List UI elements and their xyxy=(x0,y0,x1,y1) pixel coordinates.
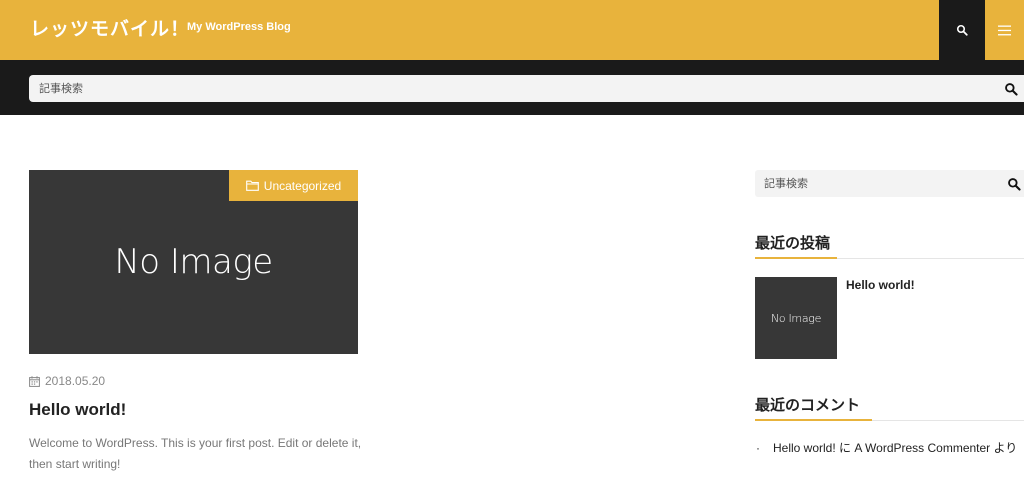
no-image-text: No Image xyxy=(114,242,273,282)
search-icon xyxy=(956,24,968,36)
list-item[interactable]: · Hello world! に A WordPress Commenter よ… xyxy=(755,439,1024,457)
header-search-button[interactable] xyxy=(939,0,985,60)
widget-title-underline xyxy=(755,257,837,259)
category-label: Uncategorized xyxy=(263,178,342,193)
post-thumbnail[interactable]: No Image Uncategorized xyxy=(29,170,358,354)
folder-icon xyxy=(245,180,259,191)
calendar-icon xyxy=(29,375,40,387)
recent-comments-title: 最近のコメント xyxy=(755,396,861,414)
category-badge[interactable]: Uncategorized xyxy=(229,170,358,201)
post-date: 2018.05.20 xyxy=(29,374,105,388)
search-icon[interactable] xyxy=(1004,82,1018,96)
sidebar-search-input[interactable] xyxy=(755,170,995,197)
header-menu-button[interactable] xyxy=(985,0,1024,60)
post-title[interactable]: Hello world! xyxy=(29,400,126,420)
post-date-text: 2018.05.20 xyxy=(45,374,106,388)
hamburger-menu-icon xyxy=(998,25,1011,35)
site-header: レッツモバイル！ My WordPress Blog xyxy=(0,0,1024,60)
recent-post-thumbnail[interactable]: No Image xyxy=(755,277,837,359)
site-title[interactable]: レッツモバイル！ xyxy=(30,14,190,41)
no-image-text: No Image xyxy=(770,311,822,325)
sidebar-search-box xyxy=(755,170,1024,197)
recent-posts-title: 最近の投稿 xyxy=(755,234,831,252)
header-search-input[interactable] xyxy=(29,75,989,102)
search-icon[interactable] xyxy=(1007,177,1021,191)
widget-title-underline xyxy=(755,419,872,421)
recent-post-title[interactable]: Hello world! xyxy=(846,278,915,292)
comment-text: Hello world! に A WordPress Commenter より xyxy=(773,441,1018,455)
recent-comments-list: · Hello world! に A WordPress Commenter よ… xyxy=(755,439,1024,457)
header-search-box xyxy=(29,75,1024,102)
bullet: · xyxy=(756,441,760,455)
post-excerpt: Welcome to WordPress. This is your first… xyxy=(29,436,362,471)
site-tagline: My WordPress Blog xyxy=(187,21,291,33)
header-search-bar xyxy=(0,60,1024,115)
